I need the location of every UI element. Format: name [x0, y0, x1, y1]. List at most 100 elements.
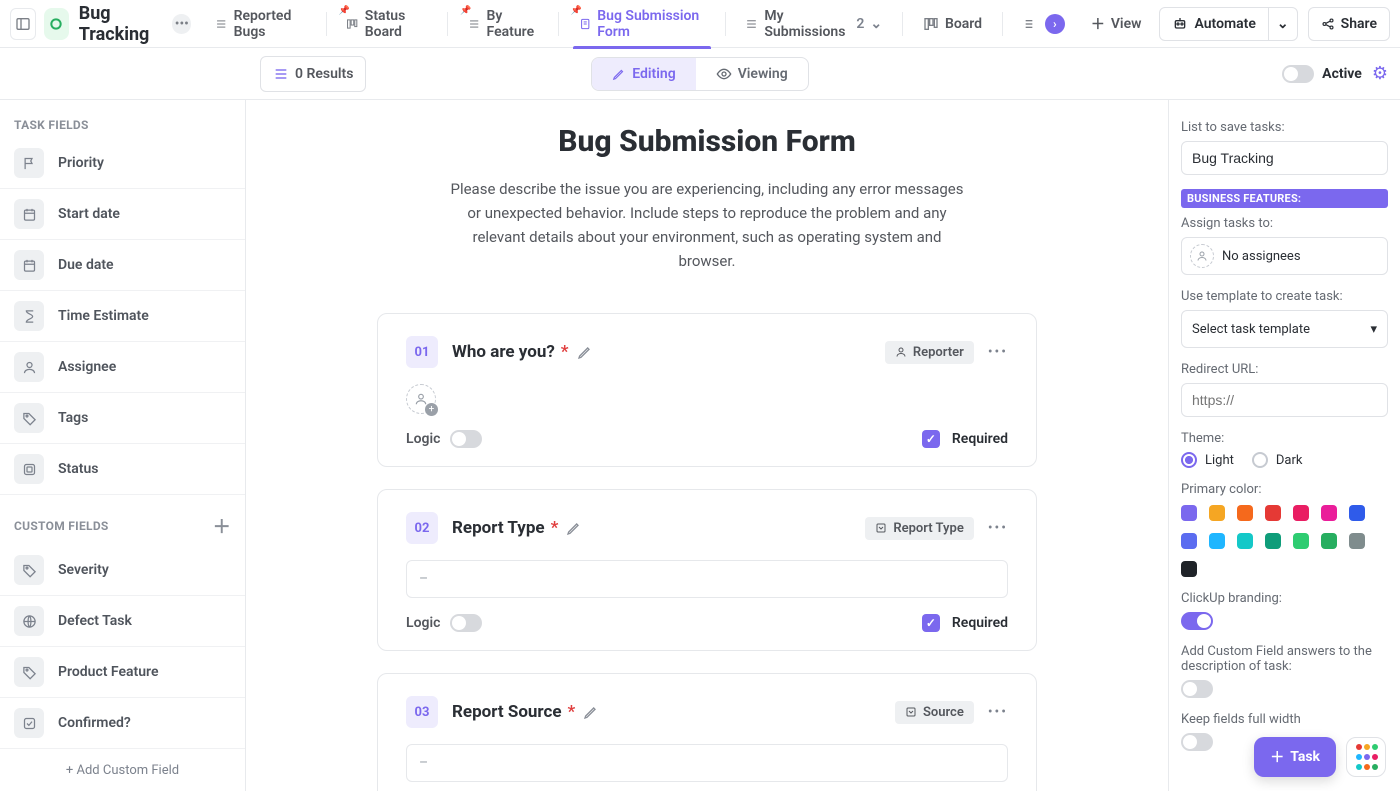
field-chip[interactable]: Report Type [865, 517, 973, 540]
color-swatch[interactable] [1265, 533, 1281, 549]
form-canvas[interactable]: Bug Submission Form Please describe the … [246, 100, 1168, 791]
automate-button[interactable]: Automate [1159, 7, 1268, 41]
color-swatch[interactable] [1181, 533, 1197, 549]
add-view-button[interactable]: ＋ View [1081, 14, 1152, 34]
logic-label: Logic [406, 431, 440, 447]
results-button[interactable]: 0 Results [260, 56, 366, 92]
required-checkbox[interactable]: ✓ [922, 614, 940, 632]
page-title[interactable]: Bug Tracking [79, 3, 163, 45]
redirect-input[interactable] [1181, 383, 1388, 417]
gear-icon[interactable]: ⚙ [1372, 63, 1388, 84]
pencil-icon[interactable] [583, 704, 599, 720]
list-save-input[interactable] [1181, 141, 1388, 175]
logic-toggle[interactable] [450, 614, 482, 632]
full-width-label: Keep fields full width [1181, 712, 1388, 727]
question-title[interactable]: Who are you? * [452, 342, 593, 362]
branding-toggle[interactable] [1181, 612, 1213, 630]
field-chip[interactable]: Source [895, 701, 974, 724]
page-settings-icon[interactable]: ••• [172, 14, 191, 34]
tab-more-views[interactable]: › [1011, 0, 1077, 48]
add-custom-field-icon[interactable]: ＋ [213, 513, 231, 539]
assignee-empty-icon[interactable]: + [406, 384, 436, 414]
more-icon[interactable]: ••• [988, 344, 1008, 360]
tab-bug-submission-form[interactable]: 📌 Bug Submission Form [567, 0, 717, 48]
assignee-select[interactable]: No assignees [1181, 237, 1388, 275]
field-severity[interactable]: Severity [0, 545, 245, 596]
question-card-02[interactable]: 02 Report Type * Report Type ••• [377, 489, 1037, 651]
form-description[interactable]: Please describe the issue you are experi… [447, 177, 967, 273]
collapse-sidebar-icon[interactable] [10, 8, 36, 40]
tab-status-board[interactable]: 📌 Status Board [334, 0, 439, 48]
field-confirmed[interactable]: Confirmed? [0, 698, 245, 749]
field-tags[interactable]: Tags [0, 393, 245, 444]
field-due-date[interactable]: Due date [0, 240, 245, 291]
field-product-feature[interactable]: Product Feature [0, 647, 245, 698]
plus-icon: ＋ [1270, 747, 1284, 767]
required-checkbox[interactable]: ✓ [922, 430, 940, 448]
dropdown-placeholder[interactable]: – [406, 560, 1008, 598]
color-swatch[interactable] [1237, 533, 1253, 549]
question-title[interactable]: Report Source * [452, 702, 599, 722]
editing-button[interactable]: Editing [592, 58, 695, 90]
color-swatch[interactable] [1209, 533, 1225, 549]
form-title[interactable]: Bug Submission Form [297, 124, 1117, 159]
sub-toolbar: 0 Results Editing Viewing Active ⚙ [0, 48, 1400, 100]
chevron-down-icon: ▾ [1370, 322, 1377, 337]
tab-reported-bugs[interactable]: Reported Bugs [203, 0, 317, 48]
question-number: 01 [406, 336, 438, 368]
more-icon[interactable]: ••• [988, 704, 1008, 720]
tab-by-feature[interactable]: 📌 By Feature [456, 0, 550, 48]
color-swatch[interactable] [1293, 505, 1309, 521]
more-icon[interactable]: ••• [988, 520, 1008, 536]
add-cf-toggle[interactable] [1181, 680, 1213, 698]
question-card-01[interactable]: 01 Who are you? * Reporter [377, 313, 1037, 467]
question-card-03[interactable]: 03 Report Source * Source ••• [377, 673, 1037, 791]
field-assignee[interactable]: Assignee [0, 342, 245, 393]
plus-icon: + [425, 403, 438, 416]
chevron-down-icon: ⌄ [870, 16, 882, 32]
custom-fields-header: CUSTOM FIELDS ＋ [0, 495, 245, 545]
template-select[interactable]: Select task template ▾ [1181, 310, 1388, 348]
field-start-date[interactable]: Start date [0, 189, 245, 240]
hourglass-icon [14, 301, 44, 331]
pencil-icon[interactable] [577, 344, 593, 360]
automate-dropdown[interactable]: ⌄ [1268, 7, 1298, 41]
field-status[interactable]: Status [0, 444, 245, 495]
color-swatch[interactable] [1349, 505, 1365, 521]
theme-dark-radio[interactable] [1252, 452, 1268, 468]
dropdown-placeholder[interactable]: – [406, 744, 1008, 782]
list-save-label: List to save tasks: [1181, 120, 1388, 135]
color-swatch[interactable] [1265, 505, 1281, 521]
color-swatch[interactable] [1209, 505, 1225, 521]
color-swatch[interactable] [1349, 533, 1365, 549]
checkbox-icon [14, 708, 44, 738]
share-button[interactable]: Share [1308, 7, 1390, 41]
add-custom-field-button[interactable]: + Add Custom Field [0, 749, 245, 782]
tab-my-submissions[interactable]: My Submissions 2 ⌄ [733, 0, 894, 48]
field-defect-task[interactable]: Defect Task [0, 596, 245, 647]
color-swatch[interactable] [1237, 505, 1253, 521]
question-title[interactable]: Report Type * [452, 518, 582, 538]
field-time-estimate[interactable]: Time Estimate [0, 291, 245, 342]
field-chip[interactable]: Reporter [885, 341, 974, 364]
divider [725, 12, 726, 36]
theme-light-radio[interactable] [1181, 452, 1197, 468]
color-swatch[interactable] [1321, 533, 1337, 549]
tab-board[interactable]: Board [911, 0, 994, 48]
viewing-button[interactable]: Viewing [696, 58, 808, 90]
field-priority[interactable]: Priority [0, 138, 245, 189]
pencil-icon[interactable] [566, 520, 582, 536]
tab-label: My Submissions [764, 8, 848, 40]
tag-icon [14, 555, 44, 585]
logic-toggle[interactable] [450, 430, 482, 448]
logic-label: Logic [406, 615, 440, 631]
full-width-toggle[interactable] [1181, 733, 1213, 751]
color-swatch[interactable] [1321, 505, 1337, 521]
apps-button[interactable] [1346, 737, 1386, 777]
toggle-switch[interactable] [1282, 65, 1314, 83]
color-swatch[interactable] [1293, 533, 1309, 549]
new-task-button[interactable]: ＋ Task [1254, 737, 1336, 777]
color-swatch[interactable] [1181, 505, 1197, 521]
active-toggle[interactable]: Active [1282, 65, 1362, 83]
color-swatch[interactable] [1181, 561, 1197, 577]
